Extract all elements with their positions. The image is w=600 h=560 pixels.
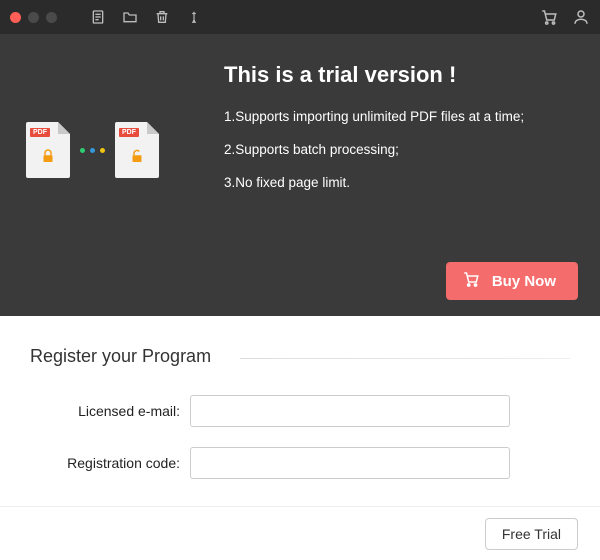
minimize-window-button[interactable] (28, 12, 39, 23)
close-window-button[interactable] (10, 12, 21, 23)
maximize-window-button[interactable] (46, 12, 57, 23)
code-row: Registration code: (30, 447, 570, 479)
feature-item: 3.No fixed page limit. (224, 174, 566, 193)
cart-icon (462, 270, 480, 292)
email-row: Licensed e-mail: (30, 395, 570, 427)
pdf-tag: PDF (119, 128, 139, 137)
titlebar-right (540, 8, 590, 26)
titlebar (0, 0, 600, 34)
register-heading: Register your Program (30, 346, 570, 367)
trial-hero: PDF PDF This is a trial version ! 1.Supp… (0, 34, 600, 316)
pdf-locked-icon: PDF (26, 122, 70, 178)
pen-icon[interactable] (185, 8, 203, 26)
user-icon[interactable] (572, 8, 590, 26)
footer: Free Trial (0, 506, 600, 560)
feature-item: 2.Supports batch processing; (224, 141, 566, 160)
document-icon[interactable] (89, 8, 107, 26)
cart-icon[interactable] (540, 8, 558, 26)
free-trial-button[interactable]: Free Trial (485, 518, 578, 550)
email-field[interactable] (190, 395, 510, 427)
buy-now-button[interactable]: Buy Now (446, 262, 578, 300)
lock-icon (39, 147, 57, 170)
window-controls (10, 12, 57, 23)
hero-title: This is a trial version ! (224, 62, 566, 88)
email-label: Licensed e-mail: (30, 403, 190, 419)
unlock-icon (128, 147, 146, 170)
titlebar-left (10, 8, 203, 26)
feature-list: 1.Supports importing unlimited PDF files… (224, 108, 566, 193)
pdf-unlocked-icon: PDF (115, 122, 159, 178)
folder-icon[interactable] (121, 8, 139, 26)
pdf-tag: PDF (30, 128, 50, 137)
transition-dots-icon (80, 148, 105, 153)
register-section: Register your Program Licensed e-mail: R… (0, 316, 600, 509)
code-field[interactable] (190, 447, 510, 479)
code-label: Registration code: (30, 455, 190, 471)
buy-now-label: Buy Now (492, 273, 556, 290)
pdf-unlock-graphic: PDF PDF (26, 122, 159, 178)
feature-item: 1.Supports importing unlimited PDF files… (224, 108, 566, 127)
trash-icon[interactable] (153, 8, 171, 26)
